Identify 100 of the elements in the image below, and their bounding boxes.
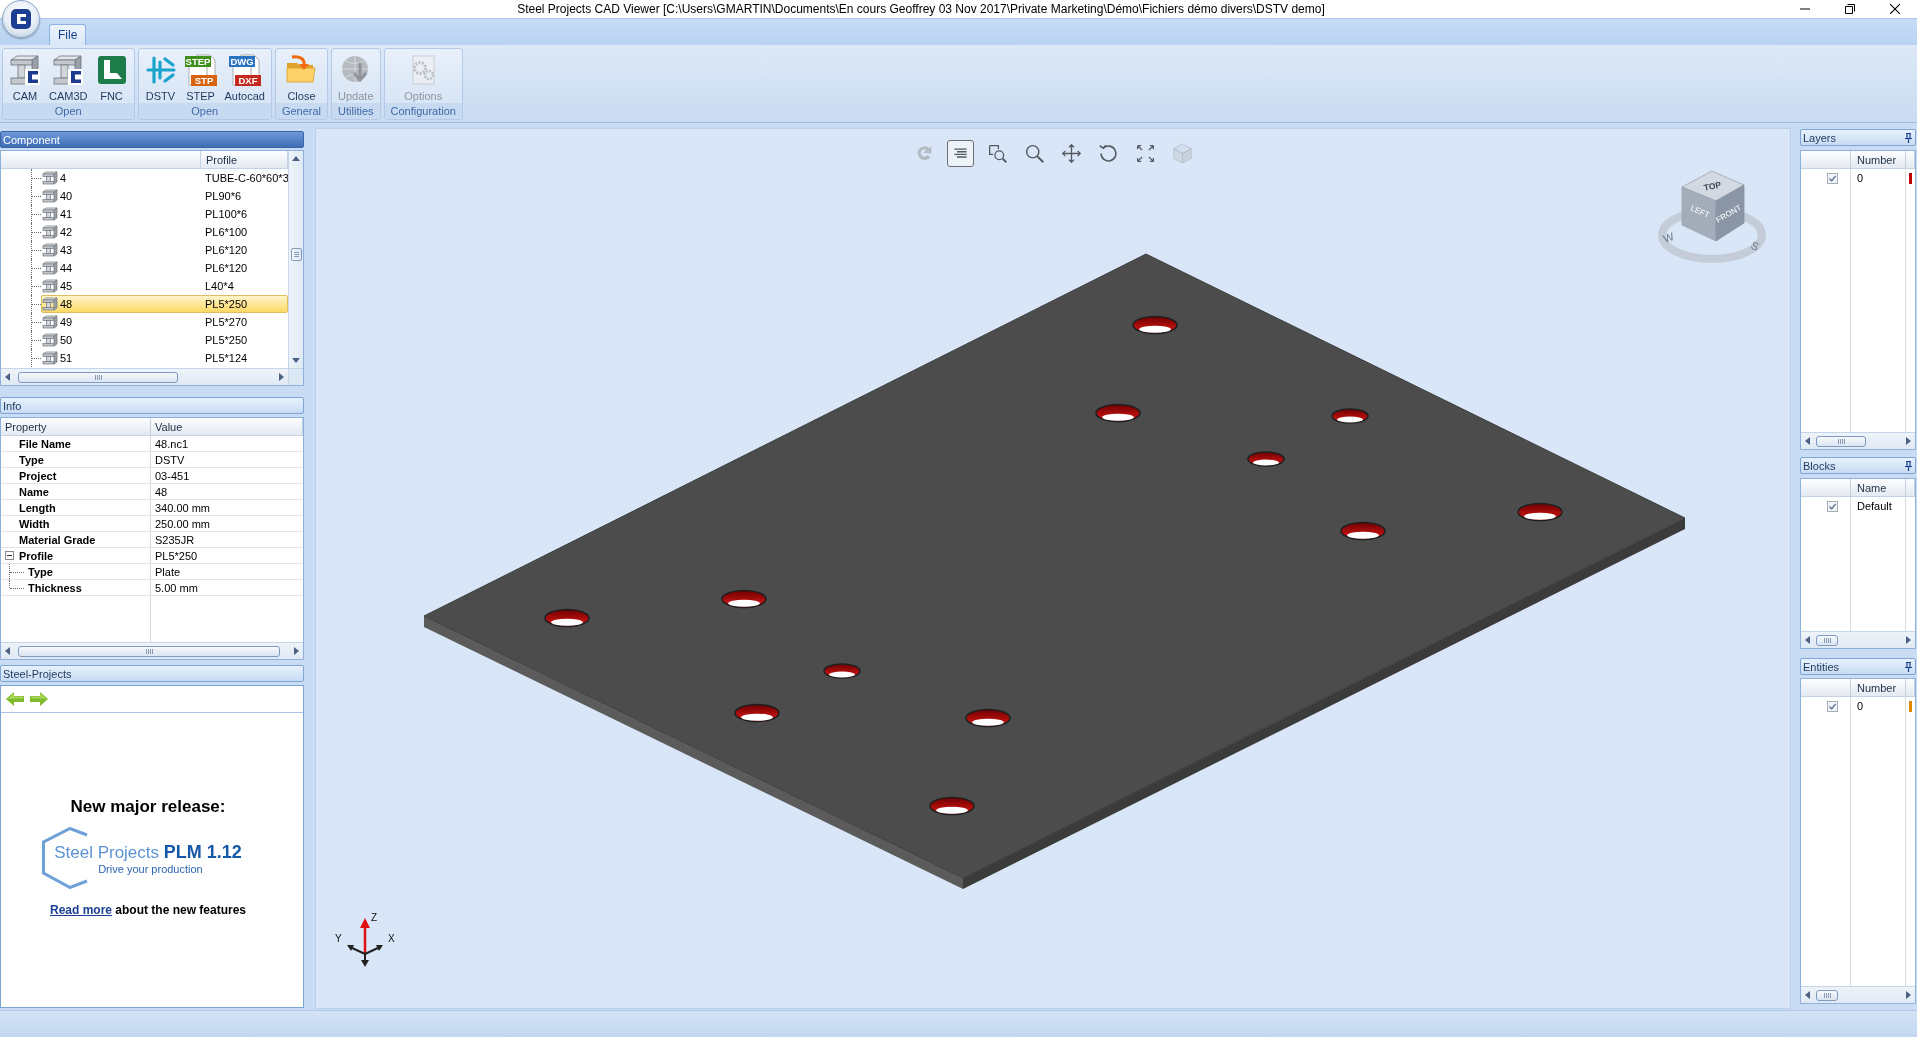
plate-hole <box>1132 315 1178 335</box>
tree-node-label: 40 <box>60 190 73 202</box>
file-type-tag: STP <box>190 75 217 86</box>
axis-label: Z <box>371 912 378 923</box>
horizontal-scrollbar[interactable] <box>1 368 288 385</box>
ribbon-button[interactable]: CAM3D <box>46 51 91 103</box>
scroll-left-icon[interactable] <box>1805 991 1810 999</box>
tree-item[interactable]: 42 PL6*100 <box>41 223 288 241</box>
close-icon[interactable] <box>1889 4 1900 14</box>
i-beam-icon <box>42 333 58 347</box>
property-value: DSTV <box>155 453 185 466</box>
ribbon-button[interactable]: FNC <box>92 51 131 103</box>
tree-item[interactable]: 49 PL5*270 <box>41 313 288 331</box>
horizontal-scrollbar[interactable] <box>1801 986 1915 1003</box>
scrollbar-corner <box>288 368 303 385</box>
scroll-right-icon[interactable] <box>1906 437 1911 445</box>
tree-item[interactable]: 43 PL6*120 <box>41 241 288 259</box>
tree-item[interactable]: 40 PL90*6 <box>41 187 288 205</box>
pin-icon[interactable] <box>1905 661 1912 672</box>
column-header: Number <box>1857 153 1897 166</box>
tree-item[interactable]: 4 TUBE-C-60*60*3 <box>41 169 290 187</box>
property-value: 250.00 mm <box>155 517 211 530</box>
tree-item[interactable]: 45 L40*4 <box>41 277 288 295</box>
scrollbar-thumb[interactable] <box>18 371 178 383</box>
panel-title: Entities <box>1803 660 1840 673</box>
read-more-link[interactable]: Read more <box>49 903 112 917</box>
i-beam-icon <box>42 261 58 275</box>
property-name: Project <box>19 469 57 482</box>
minimize-icon[interactable] <box>1799 8 1810 10</box>
i-beam-icon <box>42 207 58 221</box>
property-value: 03-451 <box>155 469 190 482</box>
scrollbar-thumb[interactable] <box>290 248 302 261</box>
plate-hole <box>929 796 975 816</box>
scrollbar-thumb[interactable] <box>1816 634 1838 646</box>
profile-value: PL5*250 <box>205 334 248 346</box>
ribbon-button[interactable]: Close <box>282 51 321 103</box>
property-name: Type <box>28 565 53 578</box>
scroll-right-icon[interactable] <box>279 373 284 381</box>
scroll-left-icon[interactable] <box>1805 437 1810 445</box>
ribbon-button[interactable]: DSTV <box>141 51 180 103</box>
ribbon-button[interactable]: DWG DXF Autocad <box>221 51 268 103</box>
tree-node-label: 44 <box>60 262 73 274</box>
horizontal-scrollbar[interactable] <box>1 642 303 659</box>
property-name: Profile <box>19 549 54 562</box>
property-name: Width <box>19 517 50 530</box>
horizontal-scrollbar[interactable] <box>1801 432 1915 449</box>
profile-value: PL6*100 <box>205 226 248 238</box>
horizontal-scrollbar[interactable] <box>1801 631 1915 648</box>
tree-node-label: 45 <box>60 280 73 292</box>
restore-icon[interactable] <box>1844 4 1855 14</box>
vertical-scrollbar[interactable] <box>288 151 303 368</box>
scroll-left-icon[interactable] <box>5 373 10 381</box>
scroll-right-icon[interactable] <box>1906 636 1911 644</box>
i-beam-icon <box>42 225 58 239</box>
scrollbar-thumb[interactable] <box>1816 989 1838 1001</box>
list-icon[interactable] <box>947 140 974 167</box>
property-value: Plate <box>155 565 181 578</box>
checkbox[interactable] <box>1826 700 1838 712</box>
tree-item[interactable]: 48 PL5*250 <box>41 295 288 313</box>
i-beam-icon <box>42 297 58 311</box>
ribbon-button[interactable]: STEP STP STEP <box>181 51 220 103</box>
column-header: Name <box>1857 481 1887 494</box>
property-name: Type <box>19 453 44 466</box>
scroll-left-icon[interactable] <box>5 647 10 655</box>
profile-value: PL6*120 <box>205 244 248 256</box>
profile-value: PL90*6 <box>205 190 242 202</box>
scroll-left-icon[interactable] <box>1805 636 1810 644</box>
striped-logo-icon <box>144 54 177 86</box>
panel-title: Layers <box>1803 131 1837 144</box>
ribbon-group-label: Open <box>3 103 134 119</box>
tree-item[interactable]: 44 PL6*120 <box>41 259 288 277</box>
tree-item[interactable]: 50 PL5*250 <box>41 331 288 349</box>
scroll-right-icon[interactable] <box>294 647 299 655</box>
collapse-icon[interactable] <box>5 551 14 560</box>
pin-icon[interactable] <box>1905 460 1912 471</box>
logo-wordmark: Steel Projects PLM 1.12 <box>54 841 242 863</box>
profile-value: L40*4 <box>205 280 234 292</box>
plate-hole <box>721 589 767 609</box>
scroll-right-icon[interactable] <box>1906 991 1911 999</box>
i-beam-icon <box>9 54 41 86</box>
checkbox[interactable] <box>1826 172 1838 184</box>
i-beam-icon <box>42 315 58 329</box>
column-header: Number <box>1857 681 1897 694</box>
checkbox[interactable] <box>1826 500 1838 512</box>
profile-value: PL5*250 <box>205 298 248 310</box>
scroll-down-icon[interactable] <box>292 358 300 363</box>
property-name: File Name <box>19 437 71 450</box>
pin-icon[interactable] <box>1905 132 1912 143</box>
ribbon-tab[interactable]: File <box>49 24 87 45</box>
scrollbar-thumb[interactable] <box>1816 435 1866 447</box>
profile-value: PL6*120 <box>205 262 248 274</box>
tree-item[interactable]: 51 PL5*124 <box>41 349 288 367</box>
tree-item[interactable]: 41 PL100*6 <box>41 205 288 223</box>
profile-value: PL5*270 <box>205 316 248 328</box>
profile-value: PL5*124 <box>205 352 248 364</box>
ribbon-button[interactable]: CAM <box>6 51 44 103</box>
scrollbar-thumb[interactable] <box>18 645 280 657</box>
column-header: Value <box>155 420 183 433</box>
tree-node-label: 48 <box>60 298 73 310</box>
scroll-up-icon[interactable] <box>292 156 300 161</box>
